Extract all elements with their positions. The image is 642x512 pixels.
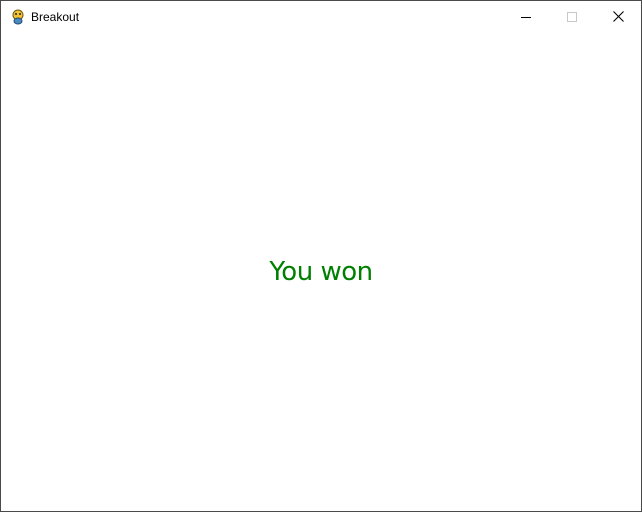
window-controls <box>503 1 641 32</box>
maximize-icon <box>567 11 577 22</box>
win-message: You won <box>269 257 373 287</box>
pygame-snake-icon <box>10 9 26 25</box>
maximize-button[interactable] <box>549 1 595 32</box>
minimize-button[interactable] <box>503 1 549 32</box>
close-button[interactable] <box>595 1 641 32</box>
close-icon <box>612 11 624 22</box>
game-canvas[interactable]: You won <box>1 32 641 511</box>
game-window: Breakout You won <box>0 0 642 512</box>
window-title: Breakout <box>31 9 80 24</box>
title-bar[interactable]: Breakout <box>1 1 641 32</box>
minimize-icon <box>521 16 531 18</box>
